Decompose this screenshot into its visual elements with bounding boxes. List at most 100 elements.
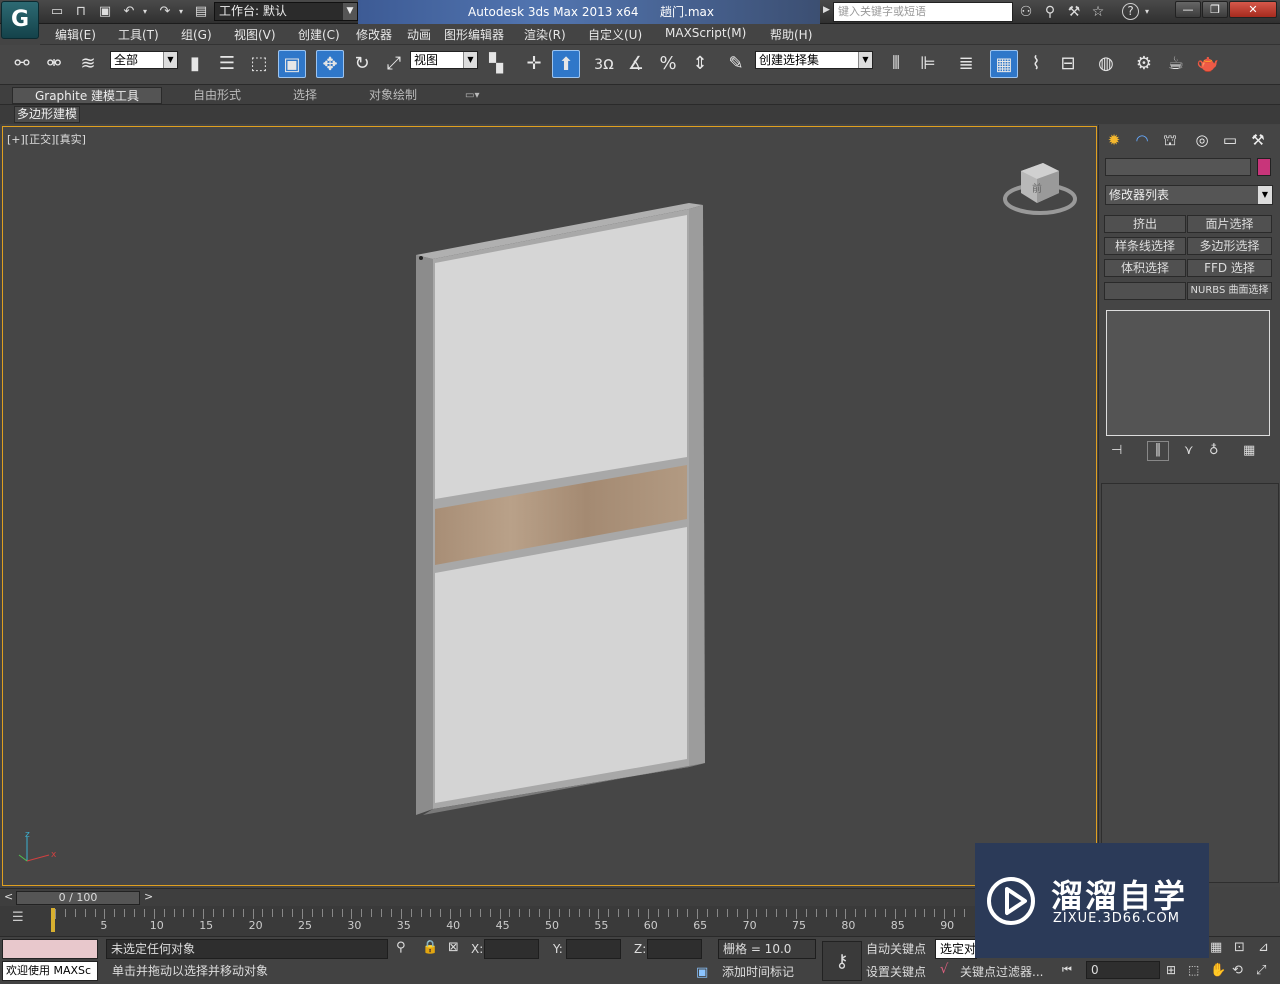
maxscript-listener[interactable] [2, 939, 98, 959]
material-editor-icon[interactable]: ◍ [1092, 50, 1120, 78]
help-icon[interactable]: ? [1122, 3, 1139, 20]
zoom-extents-icon[interactable]: ⬚ [1188, 963, 1199, 977]
menu-edit[interactable]: 编辑(E) [55, 26, 96, 43]
viewcube[interactable]: 前 [1003, 163, 1077, 215]
set-key-icon[interactable]: ⚷ [822, 941, 862, 981]
goto-start-icon[interactable]: ⏮ [1062, 963, 1072, 977]
welcome-field[interactable]: 欢迎使用 MAXSc [2, 961, 98, 981]
menu-views[interactable]: 视图(V) [234, 26, 276, 43]
create-tab-icon[interactable]: ✹ [1103, 129, 1125, 151]
schematic-view-icon[interactable]: ⊟ [1054, 50, 1082, 78]
absolute-mode-icon[interactable]: ⊠ [448, 940, 459, 955]
key-tools-icon[interactable]: ⚲ [1040, 3, 1060, 21]
rendered-frame-icon[interactable]: ☕ [1162, 50, 1190, 78]
render-setup-icon[interactable]: ⚙ [1130, 50, 1158, 78]
configure-sets-icon[interactable]: ▦ [1243, 443, 1255, 458]
app-menu-button[interactable]: G [1, 1, 39, 39]
tab-object-paint[interactable]: 对象绘制 [369, 87, 417, 104]
angle-snap-icon[interactable]: ∡ [622, 50, 650, 78]
project-folder-icon[interactable]: ▤ [192, 3, 210, 21]
isolate-selection-icon[interactable]: ⚲ [396, 940, 406, 955]
auto-key-button[interactable]: 自动关键点 [866, 939, 932, 959]
menu-animation[interactable]: 动画 [407, 26, 431, 43]
select-move-icon[interactable]: ✥ [316, 50, 344, 78]
tab-graphite[interactable]: Graphite 建模工具 [12, 87, 162, 104]
select-object-icon[interactable]: ▮ [181, 50, 209, 78]
make-unique-icon[interactable]: ⋎ [1184, 443, 1194, 458]
graphite-toggle-icon[interactable]: ▦ [990, 50, 1018, 78]
display-tab-icon[interactable]: ▭ [1219, 129, 1241, 151]
time-tag-icon[interactable]: ▣ [696, 965, 708, 980]
pivot-center-icon[interactable]: ▚ [482, 50, 510, 78]
selection-lock-icon[interactable]: 🔒 [422, 940, 438, 955]
zoom-all-icon[interactable]: ▦ [1210, 940, 1222, 955]
tab-selection[interactable]: 选择 [293, 87, 317, 104]
menu-customize[interactable]: 自定义(U) [588, 26, 642, 43]
new-file-icon[interactable]: ▭ [48, 3, 66, 21]
percent-snap-icon[interactable]: % [654, 50, 682, 78]
pin-stack-icon[interactable]: ⊣ [1111, 443, 1122, 458]
layer-manager-icon[interactable]: ≣ [952, 50, 980, 78]
extrude-button[interactable]: 挤出 [1104, 215, 1186, 233]
select-rotate-icon[interactable]: ↻ [348, 50, 376, 78]
patch-select-button[interactable]: 面片选择 [1187, 215, 1272, 233]
menu-maxscript[interactable]: MAXScript(M) [665, 26, 746, 40]
undo-icon[interactable]: ↶ [120, 3, 138, 21]
align-icon[interactable]: ⊫ [914, 50, 942, 78]
open-file-icon[interactable]: ⊓ [72, 3, 90, 21]
nurbs-select-button[interactable]: NURBS 曲面选择 [1187, 282, 1272, 300]
keyboard-shortcut-override-icon[interactable]: ⬆ [552, 50, 580, 78]
menu-graph-editors[interactable]: 图形编辑器 [444, 26, 504, 43]
next-frame-icon[interactable]: > [144, 890, 153, 903]
close-button[interactable]: ✕ [1229, 1, 1277, 18]
selection-filter-dropdown[interactable]: 全部 ▼ [110, 51, 178, 69]
redo-icon[interactable]: ↷ [156, 3, 174, 21]
track-bar[interactable]: ☰ 5 10 15 20 25 30 35 40 45 50 55 60 65 70 75 80 85 90 [0, 906, 975, 936]
hierarchy-tab-icon[interactable]: ⛫ [1159, 129, 1181, 151]
maximize-viewport-icon[interactable]: ⤢ [1256, 963, 1266, 978]
menu-modifiers[interactable]: 修改器 [356, 26, 392, 43]
empty-modifier-button[interactable] [1104, 282, 1186, 300]
menu-group[interactable]: 组(G) [181, 26, 212, 43]
orbit-icon[interactable]: ⟲ [1232, 963, 1243, 978]
modifier-list-dropdown[interactable]: 修改器列表 ▼ [1105, 185, 1273, 205]
subscription-icon[interactable]: ⚒ [1064, 3, 1084, 21]
menu-help[interactable]: 帮助(H) [770, 26, 812, 43]
time-slider-thumb[interactable]: 0 / 100 [16, 891, 140, 905]
utilities-tab-icon[interactable]: ⚒ [1247, 129, 1269, 151]
select-scale-icon[interactable]: ⤢ [380, 50, 408, 78]
search-input[interactable]: 键入关键字或短语 [833, 2, 1013, 22]
key-filters-button[interactable]: 关键点过滤器... [960, 963, 1060, 980]
x-coord-input[interactable] [484, 939, 539, 959]
manipulate-icon[interactable]: ✛ [520, 50, 548, 78]
workspace-dropdown[interactable]: 工作台: 默认 ▼ [214, 2, 358, 21]
ffd-select-button[interactable]: FFD 选择 [1187, 259, 1272, 277]
set-key-button[interactable]: 设置关键点 [866, 963, 932, 980]
vol-select-button[interactable]: 体积选择 [1104, 259, 1186, 277]
redo-dropdown-icon[interactable]: ▾ [176, 3, 186, 21]
search-arrow-icon[interactable]: ▶ [823, 5, 830, 15]
select-by-name-icon[interactable]: ☰ [213, 50, 241, 78]
menu-create[interactable]: 创建(C) [298, 26, 340, 43]
reference-coord-dropdown[interactable]: 视图 ▼ [410, 51, 478, 69]
link-icon[interactable]: ⚯ [8, 50, 36, 78]
named-selection-dropdown[interactable]: 创建选择集 ▼ [755, 51, 873, 69]
show-end-result-icon[interactable]: ‖ [1147, 441, 1169, 461]
object-name-field[interactable] [1105, 158, 1251, 176]
curve-editor-icon[interactable]: ⌇ [1022, 50, 1050, 78]
save-file-icon[interactable]: ▣ [96, 3, 114, 21]
tab-freeform[interactable]: 自由形式 [193, 87, 241, 104]
bind-space-warp-icon[interactable]: ≋ [74, 50, 102, 78]
help-dropdown-icon[interactable]: ▾ [1142, 3, 1152, 21]
minimize-button[interactable]: — [1175, 1, 1201, 18]
ribbon-options-icon[interactable]: ▭▾ [465, 87, 479, 104]
binoculars-icon[interactable]: ⚇ [1016, 3, 1036, 21]
poly-select-button[interactable]: 多边形选择 [1187, 237, 1272, 255]
modifier-stack[interactable] [1106, 310, 1270, 436]
undo-dropdown-icon[interactable]: ▾ [140, 3, 150, 21]
favorites-star-icon[interactable]: ☆ [1088, 3, 1108, 21]
viewport[interactable]: [+][正交][真实] 前 z x [2, 126, 1097, 886]
time-config-icon[interactable]: ⊞ [1166, 963, 1176, 977]
field-of-view-icon[interactable]: ⊿ [1258, 940, 1269, 955]
motion-tab-icon[interactable]: ◎ [1191, 129, 1213, 151]
